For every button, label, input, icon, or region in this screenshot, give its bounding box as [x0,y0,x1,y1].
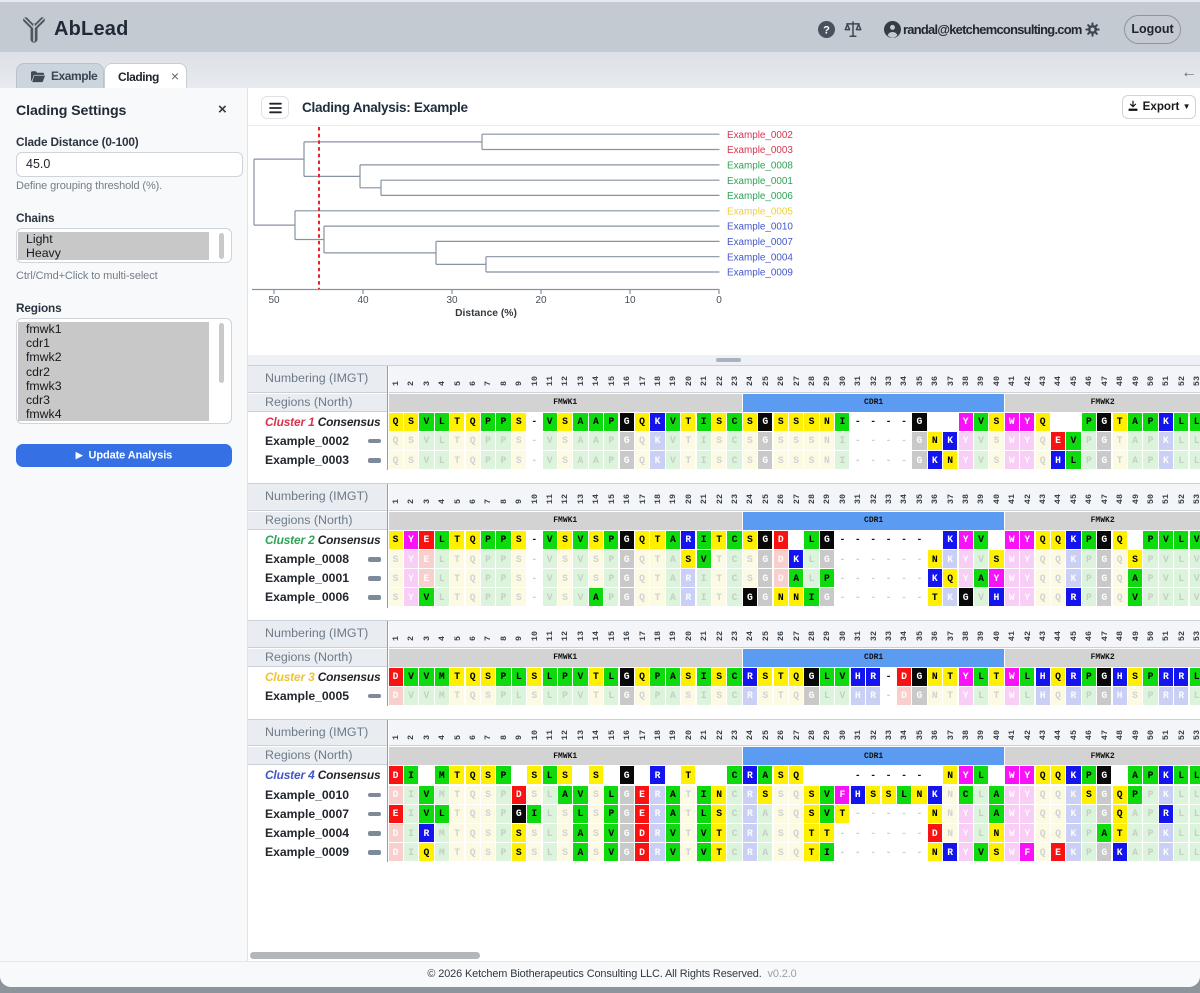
svg-text:?: ? [823,25,830,37]
